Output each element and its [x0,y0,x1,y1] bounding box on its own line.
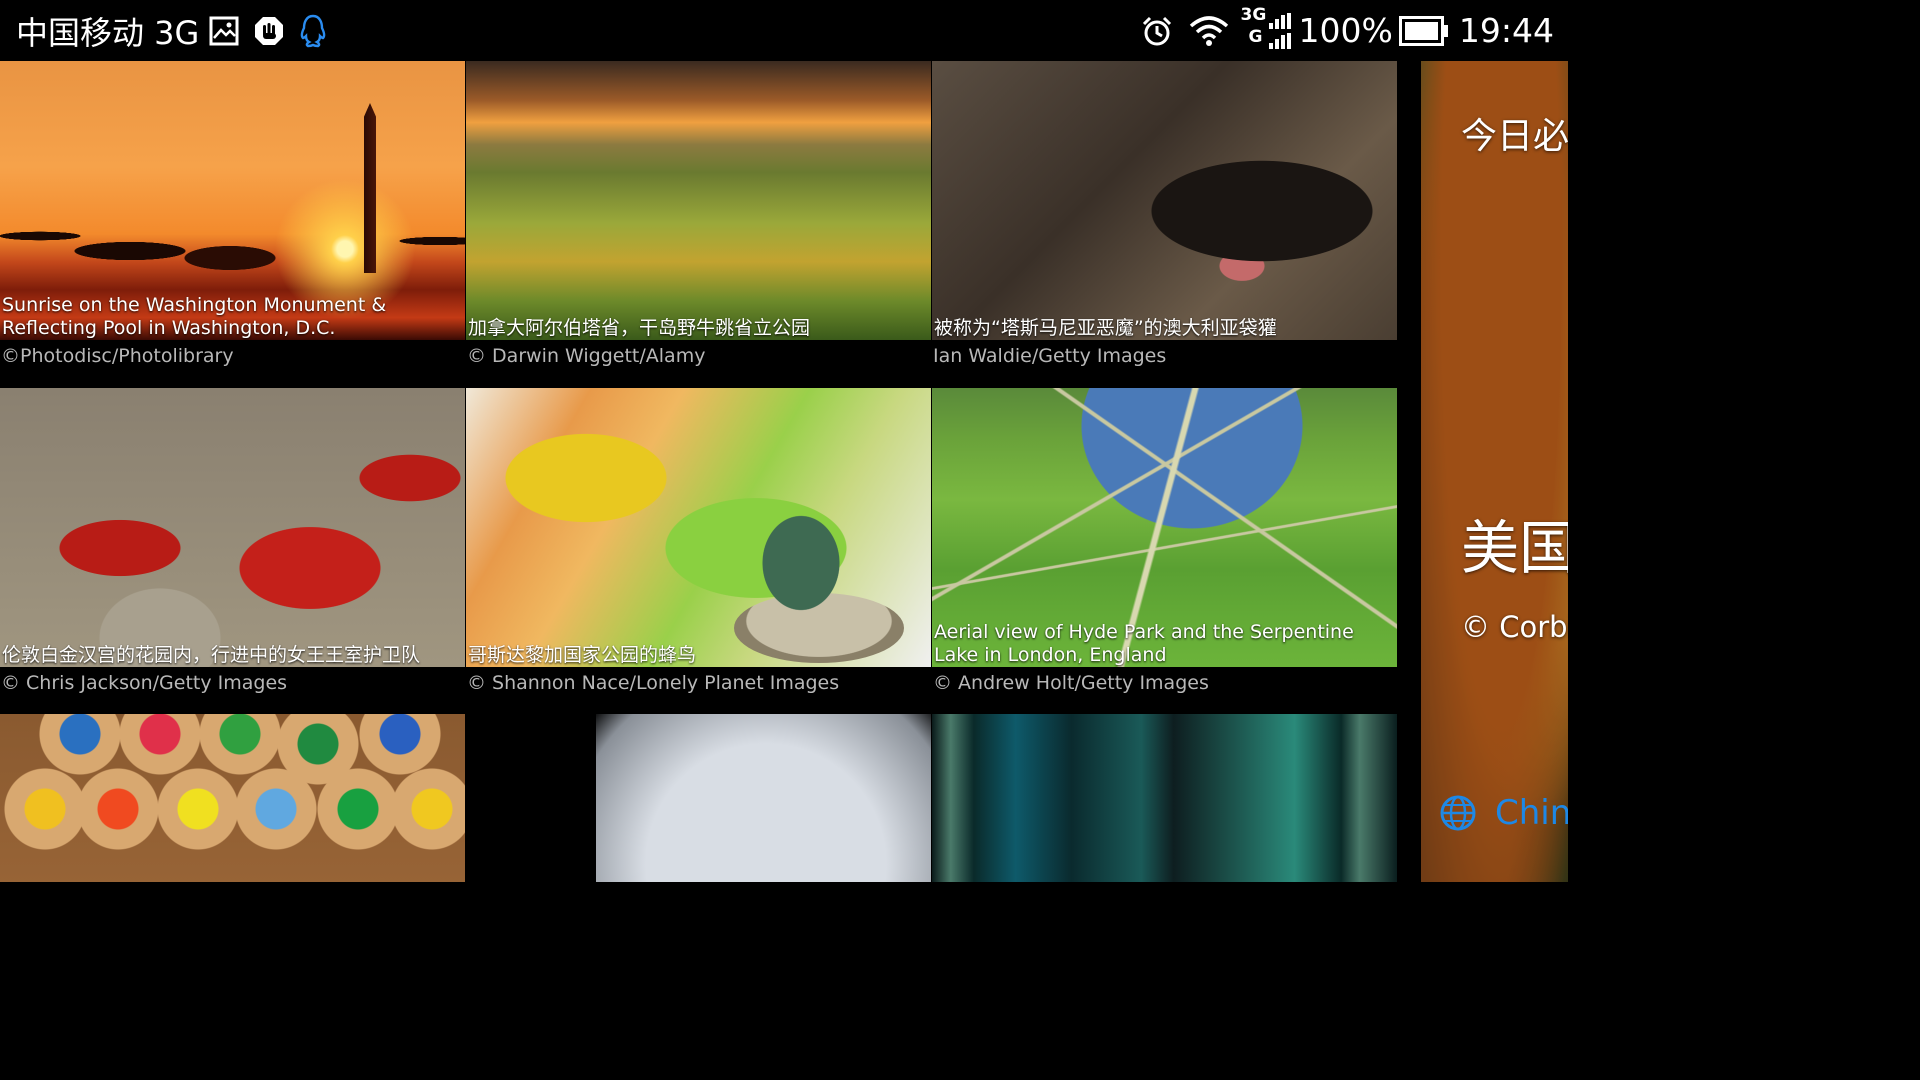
wallpaper-gallery[interactable]: Sunrise on the Washington Monument & Ref… [0,61,1420,882]
tile-photo [466,388,931,667]
tile-photo [0,714,465,882]
tile-caption: 哥斯达黎加国家公园的蜂鸟 [468,644,697,666]
region-selector[interactable]: China [1439,793,1568,833]
gallery-tile-moon[interactable] [466,714,931,882]
tile-caption: 加拿大阿尔伯塔省，干岛野牛跳省立公园 [468,317,811,339]
tile-photo [466,61,931,340]
status-bar: 中国移动 3G 3G G 100% 19:44 [0,0,1568,61]
preview-title: 美国 [1461,514,1568,582]
tile-credit: © Darwin Wiggett/Alamy [467,345,706,367]
network-sub-label: G [1248,26,1263,47]
status-right: 3G G 100% 19:44 [1141,0,1568,61]
gallery-tile-alberta-park[interactable]: 加拿大阿尔伯塔省，干岛野牛跳省立公园 © Darwin Wiggett/Alam… [466,61,931,388]
battery-icon [1398,15,1449,46]
carrier-label: 中国移动 3G [16,13,200,52]
tile-caption: Sunrise on the Washington Monument & Ref… [2,294,387,339]
signal-3g-icon: 3G G [1241,5,1291,53]
tile-photo [0,388,465,667]
tile-credit: © Chris Jackson/Getty Images [1,672,288,694]
region-label: China [1495,793,1568,833]
status-left: 中国移动 3G [0,0,327,61]
tile-credit: ©Photodisc/Photolibrary [1,345,234,367]
tile-caption: 被称为“塔斯马尼亚恶魔”的澳大利亚袋獾 [934,317,1277,339]
gallery-notification-icon [209,16,239,46]
tile-caption: 伦敦白金汉宫的花园内，行进中的女王王室护卫队 [2,644,421,666]
gallery-tile-pillars[interactable] [932,714,1397,882]
wifi-icon [1189,15,1229,46]
today-preview-panel[interactable]: 今日必应 美国 © Corbis China [1421,61,1568,882]
hand-stop-icon [253,15,285,47]
tile-caption: Aerial view of Hyde Park and the Serpent… [934,621,1354,666]
globe-icon [1439,794,1477,832]
gallery-tile-queens-guard[interactable]: 伦敦白金汉宫的花园内，行进中的女王王室护卫队 © Chris Jackson/G… [0,388,465,715]
tile-photo [932,61,1397,340]
network-type-label: 3G [1240,4,1267,25]
gallery-tile-colored-pencils[interactable] [0,714,465,882]
qq-penguin-icon [299,14,327,48]
tile-credit: © Shannon Nace/Lonely Planet Images [467,672,840,694]
preview-credit: © Corbis [1461,610,1568,644]
gallery-tile-hummingbird[interactable]: 哥斯达黎加国家公园的蜂鸟 © Shannon Nace/Lonely Plane… [466,388,931,715]
gallery-tile-tasmanian-devil[interactable]: 被称为“塔斯马尼亚恶魔”的澳大利亚袋獾 Ian Waldie/Getty Ima… [932,61,1397,388]
tile-credit: Ian Waldie/Getty Images [933,345,1167,367]
gallery-tile-hyde-park[interactable]: Aerial view of Hyde Park and the Serpent… [932,388,1397,715]
gallery-tile-washington-monument[interactable]: Sunrise on the Washington Monument & Ref… [0,61,465,388]
battery-percent: 100% [1298,11,1393,50]
preview-heading: 今日必应 [1461,116,1568,157]
clock: 19:44 [1458,11,1554,50]
tile-credit: © Andrew Holt/Getty Images [933,672,1209,694]
tile-photo [932,714,1397,882]
tile-photo [466,714,931,882]
alarm-icon [1141,15,1173,47]
